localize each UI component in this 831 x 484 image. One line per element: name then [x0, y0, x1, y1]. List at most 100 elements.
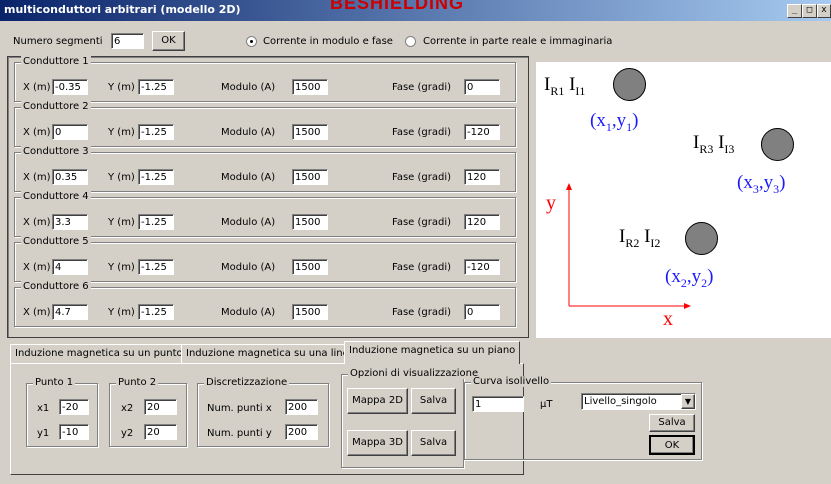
minimize-button[interactable]: _ — [787, 4, 802, 18]
modulo-input[interactable]: 1500 — [292, 259, 328, 275]
maximize-button[interactable]: □ — [802, 4, 817, 18]
modulo-label: Modulo (A) — [221, 307, 276, 318]
diagram-axis-x: x — [663, 308, 673, 330]
curva-value-input[interactable]: 1 — [472, 396, 524, 412]
modulo-label: Modulo (A) — [221, 172, 276, 183]
x-label: X (m) — [23, 217, 51, 228]
x-input[interactable]: 4 — [52, 259, 88, 275]
modulo-input[interactable]: 1500 — [292, 214, 328, 230]
x-input[interactable]: 0.35 — [52, 169, 88, 185]
modulo-input[interactable]: 1500 — [292, 124, 328, 140]
modulo-label: Modulo (A) — [221, 127, 276, 138]
mappa-2d-button[interactable]: Mappa 2D — [347, 388, 408, 414]
y2-input[interactable]: 20 — [144, 424, 177, 440]
punti-y-input[interactable]: 200 — [285, 424, 318, 440]
modulo-label: Modulo (A) — [221, 82, 276, 93]
fase-label: Fase (gradi) — [392, 307, 452, 318]
punto2-title: Punto 2 — [116, 377, 159, 388]
fase-input[interactable]: -120 — [464, 124, 500, 140]
fase-label: Fase (gradi) — [392, 262, 452, 273]
segments-input[interactable]: 6 — [111, 33, 144, 49]
x2-label: x2 — [121, 403, 134, 414]
modulo-label: Modulo (A) — [221, 217, 276, 228]
discretizzazione-title: Discretizzazione — [204, 377, 290, 388]
fase-label: Fase (gradi) — [392, 82, 452, 93]
y-label: Y (m) — [108, 262, 135, 273]
x-label: X (m) — [23, 172, 51, 183]
close-button[interactable]: x — [817, 4, 831, 18]
x-label: X (m) — [23, 262, 51, 273]
y1-label: y1 — [37, 428, 50, 439]
conductor-title: Conduttore 1 — [21, 56, 91, 67]
y-label: Y (m) — [108, 82, 135, 93]
conductor-title: Conduttore 3 — [21, 146, 91, 157]
fase-input[interactable]: 120 — [464, 169, 500, 185]
punto1-title: Punto 1 — [33, 377, 76, 388]
modulo-label: Modulo (A) — [221, 262, 276, 273]
conductor-title: Conduttore 2 — [21, 101, 91, 112]
x-input[interactable]: -0.35 — [52, 79, 88, 95]
conductor-diagram: IR1 II1 (x1,y1) IR3 II3 (x3,y3) IR2 II2 … — [536, 62, 831, 338]
fase-input[interactable]: 0 — [464, 79, 500, 95]
salva-2d-button[interactable]: Salva — [411, 388, 456, 414]
y-input[interactable]: -1.25 — [138, 124, 174, 140]
conductor-title: Conduttore 6 — [21, 281, 91, 292]
conductor-title: Conduttore 4 — [21, 191, 91, 202]
curva-salva-button[interactable]: Salva — [649, 414, 695, 432]
diagram-axes — [566, 183, 691, 309]
fase-label: Fase (gradi) — [392, 127, 452, 138]
radio-reale-immaginaria[interactable] — [405, 36, 416, 47]
fase-input[interactable]: -120 — [464, 259, 500, 275]
fase-label: Fase (gradi) — [392, 172, 452, 183]
modulo-input[interactable]: 1500 — [292, 169, 328, 185]
curva-unit-label: µT — [540, 399, 553, 410]
background-logo-text: BESHIELDING — [330, 0, 465, 13]
x1-label: x1 — [37, 403, 50, 414]
tab-linea[interactable]: Induzione magnetica su una linea — [181, 344, 360, 363]
tab-piano[interactable]: Induzione magnetica su un piano — [344, 341, 521, 364]
y-label: Y (m) — [108, 217, 135, 228]
punti-x-label: Num. punti x — [207, 403, 272, 414]
window-title: multiconduttori arbitrari (modello 2D) — [4, 3, 241, 16]
radio-reale-immaginaria-label: Corrente in parte reale e immaginaria — [423, 36, 613, 47]
opzioni-title: Opzioni di visualizzazione — [348, 368, 481, 379]
x-label: X (m) — [23, 127, 51, 138]
curva-title: Curva isolivello — [471, 376, 552, 387]
livello-select-value: Livello_singolo — [584, 396, 657, 407]
segments-label: Numero segmenti — [13, 36, 103, 47]
salva-3d-button[interactable]: Salva — [411, 430, 456, 456]
y-input[interactable]: -1.25 — [138, 169, 174, 185]
y2-label: y2 — [121, 428, 134, 439]
y-label: Y (m) — [108, 172, 135, 183]
mappa-3d-button[interactable]: Mappa 3D — [347, 430, 408, 456]
fase-label: Fase (gradi) — [392, 217, 452, 228]
y1-input[interactable]: -10 — [59, 424, 89, 440]
y-input[interactable]: -1.25 — [138, 304, 174, 320]
radio-modulo-fase[interactable] — [246, 36, 257, 47]
y-input[interactable]: -1.25 — [138, 79, 174, 95]
diagram-axis-y: y — [546, 192, 556, 214]
modulo-input[interactable]: 1500 — [292, 304, 328, 320]
x1-input[interactable]: -20 — [59, 399, 89, 415]
fase-input[interactable]: 0 — [464, 304, 500, 320]
modulo-input[interactable]: 1500 — [292, 79, 328, 95]
radio-modulo-fase-label: Corrente in modulo e fase — [263, 36, 393, 47]
y-label: Y (m) — [108, 307, 135, 318]
livello-select[interactable]: Livello_singolo ▼ — [581, 393, 696, 410]
fase-input[interactable]: 120 — [464, 214, 500, 230]
x-label: X (m) — [23, 307, 51, 318]
x-input[interactable]: 3.3 — [52, 214, 88, 230]
curva-ok-button[interactable]: OK — [649, 435, 695, 455]
x2-input[interactable]: 20 — [144, 399, 177, 415]
y-input[interactable]: -1.25 — [138, 259, 174, 275]
punti-x-input[interactable]: 200 — [285, 399, 318, 415]
punti-y-label: Num. punti y — [207, 428, 272, 439]
x-input[interactable]: 0 — [52, 124, 88, 140]
chevron-down-icon[interactable]: ▼ — [681, 394, 695, 409]
conductor-title: Conduttore 5 — [21, 236, 91, 247]
y-input[interactable]: -1.25 — [138, 214, 174, 230]
x-input[interactable]: 4.7 — [52, 304, 88, 320]
tab-punto[interactable]: Induzione magnetica su un punto — [10, 344, 188, 363]
segments-ok-button[interactable]: OK — [152, 31, 185, 51]
x-label: X (m) — [23, 82, 51, 93]
